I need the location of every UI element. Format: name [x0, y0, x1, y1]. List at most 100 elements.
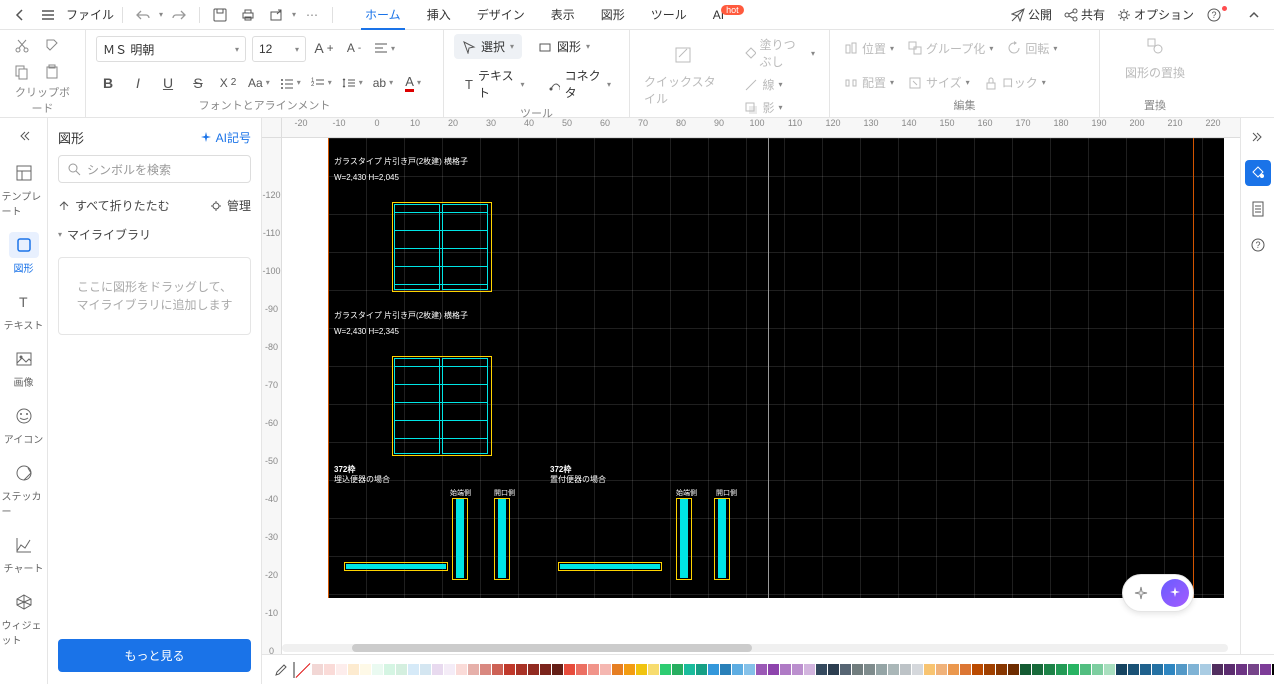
color-swatch[interactable] — [528, 664, 539, 675]
superscript-button[interactable]: X2 — [216, 71, 240, 95]
font-color-button[interactable]: A▾ — [401, 71, 425, 95]
drawing-page[interactable]: ガラスタイプ 片引き戸(2枚建) 横格子 W=2,430 H=2,045 ガラス… — [328, 138, 1224, 598]
color-swatch[interactable] — [408, 664, 419, 675]
tab-view[interactable]: 表示 — [547, 0, 579, 30]
mylib-dropzone[interactable]: ここに図形をドラッグして、マイライブラリに追加します — [58, 257, 251, 335]
manage-button[interactable]: 管理 — [210, 197, 251, 214]
help-panel-button[interactable]: ? — [1245, 232, 1271, 258]
strip-widget[interactable]: ウィジェット — [2, 583, 46, 653]
color-swatch[interactable] — [1080, 664, 1091, 675]
save-button[interactable] — [208, 3, 232, 27]
tab-home[interactable]: ホーム — [361, 0, 405, 30]
more-quick-button[interactable]: ⋯ — [300, 3, 324, 27]
color-swatch[interactable] — [636, 664, 647, 675]
color-swatch[interactable] — [816, 664, 827, 675]
color-swatch[interactable] — [732, 664, 743, 675]
color-swatch[interactable] — [888, 664, 899, 675]
ai-symbol-button[interactable]: AI記号 — [199, 129, 251, 146]
format-panel-button[interactable] — [1245, 160, 1271, 186]
color-swatch[interactable] — [984, 664, 995, 675]
tab-design[interactable]: デザイン — [473, 0, 529, 30]
color-swatch[interactable] — [1176, 664, 1187, 675]
color-swatch[interactable] — [1068, 664, 1079, 675]
color-swatch[interactable] — [936, 664, 947, 675]
share-button[interactable]: 共有 — [1064, 6, 1105, 23]
color-swatch[interactable] — [480, 664, 491, 675]
line-space-button[interactable]: ▾ — [340, 71, 365, 95]
format-painter-button[interactable] — [40, 34, 64, 58]
color-swatch[interactable] — [588, 664, 599, 675]
color-swatch[interactable] — [420, 664, 431, 675]
color-swatch[interactable] — [840, 664, 851, 675]
export-button[interactable] — [264, 3, 288, 27]
color-swatch[interactable] — [852, 664, 863, 675]
copy-button[interactable] — [10, 60, 34, 84]
color-swatch[interactable] — [1044, 664, 1055, 675]
color-swatch[interactable] — [1236, 664, 1247, 675]
color-swatch[interactable] — [756, 664, 767, 675]
bullets-button[interactable]: ▾ — [278, 71, 303, 95]
color-swatch[interactable] — [780, 664, 791, 675]
color-swatch[interactable] — [864, 664, 875, 675]
color-swatch[interactable] — [972, 664, 983, 675]
color-swatch[interactable] — [552, 664, 563, 675]
color-swatch[interactable] — [900, 664, 911, 675]
color-swatch[interactable] — [912, 664, 923, 675]
print-button[interactable] — [236, 3, 260, 27]
color-swatch[interactable] — [540, 664, 551, 675]
color-swatch[interactable] — [384, 664, 395, 675]
tab-shape[interactable]: 図形 — [597, 0, 629, 30]
text-align-button[interactable]: ▾ — [372, 36, 397, 60]
mylib-section[interactable]: ▾マイライブラリ — [48, 220, 261, 249]
color-swatch[interactable] — [1188, 664, 1199, 675]
collapse-right-panel-button[interactable] — [1245, 124, 1271, 150]
tab-ai[interactable]: AIhot — [709, 0, 748, 30]
color-swatch[interactable] — [708, 664, 719, 675]
tab-insert[interactable]: 挿入 — [423, 0, 455, 30]
color-swatch[interactable] — [1116, 664, 1127, 675]
color-swatch[interactable] — [1020, 664, 1031, 675]
color-swatch[interactable] — [1128, 664, 1139, 675]
color-swatch[interactable] — [828, 664, 839, 675]
color-swatch[interactable] — [960, 664, 971, 675]
fold-all-button[interactable]: すべて折りたたむ — [58, 197, 170, 214]
search-input[interactable]: シンボルを検索 — [58, 155, 251, 183]
color-swatch[interactable] — [612, 664, 623, 675]
text-direction-button[interactable]: ab▾ — [371, 71, 395, 95]
color-swatch[interactable] — [468, 664, 479, 675]
color-swatch[interactable] — [312, 664, 323, 675]
color-swatch[interactable] — [648, 664, 659, 675]
color-swatch[interactable] — [1092, 664, 1103, 675]
color-swatch[interactable] — [1152, 664, 1163, 675]
strip-image[interactable]: 画像 — [2, 340, 46, 395]
text-tool-button[interactable]: Tテキスト▾ — [454, 63, 533, 105]
more-button[interactable]: もっと見る — [58, 639, 251, 672]
color-swatch[interactable] — [684, 664, 695, 675]
color-swatch[interactable] — [1032, 664, 1043, 675]
back-button[interactable] — [8, 3, 32, 27]
color-swatch[interactable] — [492, 664, 503, 675]
color-swatch[interactable] — [1008, 664, 1019, 675]
color-swatch[interactable] — [516, 664, 527, 675]
color-swatch[interactable] — [372, 664, 383, 675]
strip-chart[interactable]: チャート — [2, 526, 46, 581]
color-picker-button[interactable] — [268, 658, 292, 682]
color-swatch[interactable] — [1104, 664, 1115, 675]
color-swatch[interactable] — [1200, 664, 1211, 675]
option-button[interactable]: オプション — [1117, 6, 1194, 23]
ai-assist-button-1[interactable] — [1127, 579, 1155, 607]
color-swatch[interactable] — [996, 664, 1007, 675]
connector-tool-button[interactable]: コネクタ▾ — [541, 63, 619, 105]
color-swatch[interactable] — [432, 664, 443, 675]
collapse-left-panel-button[interactable] — [9, 124, 39, 148]
color-swatch[interactable] — [1224, 664, 1235, 675]
color-swatch[interactable] — [696, 664, 707, 675]
color-swatch[interactable] — [576, 664, 587, 675]
color-swatch[interactable] — [600, 664, 611, 675]
underline-button[interactable]: U — [156, 71, 180, 95]
tab-tool[interactable]: ツール — [647, 0, 691, 30]
shape-tool-button[interactable]: 図形▾ — [530, 34, 598, 59]
color-swatch[interactable] — [1056, 664, 1067, 675]
color-swatch[interactable] — [1164, 664, 1175, 675]
color-swatch[interactable] — [324, 664, 335, 675]
